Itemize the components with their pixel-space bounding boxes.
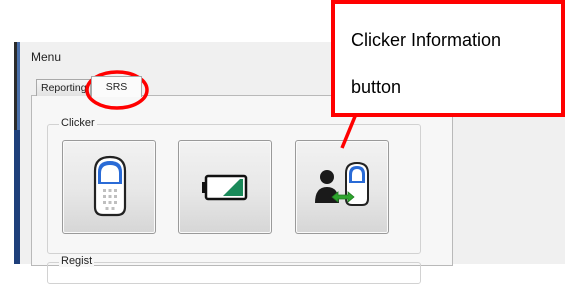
battery-button[interactable] xyxy=(178,140,272,234)
clicker-information-icon xyxy=(315,161,369,206)
annotation-callout-box xyxy=(331,0,565,117)
callout-text-line2: button xyxy=(351,77,402,97)
callout-text-line1: Clicker Information xyxy=(351,30,502,50)
clicker-information-button[interactable] xyxy=(295,140,389,234)
tab-reporting[interactable]: Reporting xyxy=(36,79,91,96)
regist-group-label: Regist xyxy=(59,255,95,267)
menu-title: Menu xyxy=(31,50,62,64)
clicker-device-icon xyxy=(93,155,127,217)
clicker-device-button[interactable] xyxy=(62,140,156,234)
battery-icon xyxy=(202,174,248,201)
regist-group xyxy=(47,262,421,284)
clicker-group-label: Clicker xyxy=(59,117,97,129)
tab-srs[interactable]: SRS xyxy=(91,76,142,97)
